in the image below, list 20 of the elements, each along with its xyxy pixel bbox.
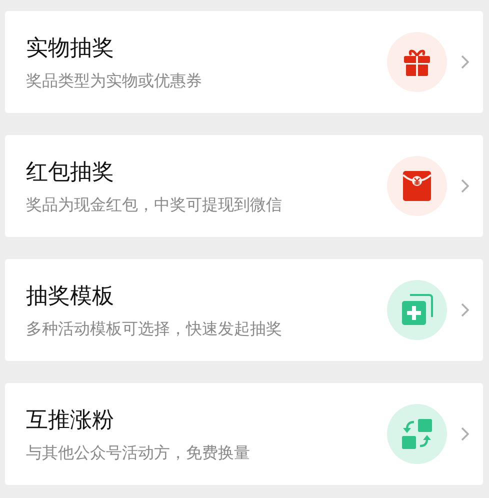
option-description: 奖品类型为实物或优惠券	[26, 70, 203, 92]
option-card[interactable]: 互推涨粉 与其他公众号活动方，免费换量	[5, 383, 483, 485]
option-title: 互推涨粉	[26, 406, 115, 434]
option-title: 抽奖模板	[26, 282, 115, 310]
option-title: 红包抽奖	[26, 158, 115, 186]
chevron-right-icon	[461, 179, 469, 193]
option-description: 多种活动模板可选择，快速发起抽奖	[26, 318, 283, 340]
option-description: 与其他公众号活动方，免费换量	[26, 442, 251, 464]
chevron-right-icon	[461, 55, 469, 69]
option-card[interactable]: 红包抽奖 奖品为现金红包，中奖可提现到微信	[5, 135, 483, 237]
option-card[interactable]: 实物抽奖 奖品类型为实物或优惠券	[5, 11, 483, 113]
envelope-icon	[403, 171, 431, 201]
add-copy-icon	[401, 294, 433, 326]
swap-icon	[402, 419, 432, 449]
option-description: 奖品为现金红包，中奖可提现到微信	[26, 194, 283, 216]
option-title: 实物抽奖	[26, 34, 115, 62]
chevron-right-icon	[461, 427, 469, 441]
gift-icon	[402, 47, 432, 77]
chevron-right-icon	[461, 303, 469, 317]
option-card[interactable]: 抽奖模板 多种活动模板可选择，快速发起抽奖	[5, 259, 483, 361]
